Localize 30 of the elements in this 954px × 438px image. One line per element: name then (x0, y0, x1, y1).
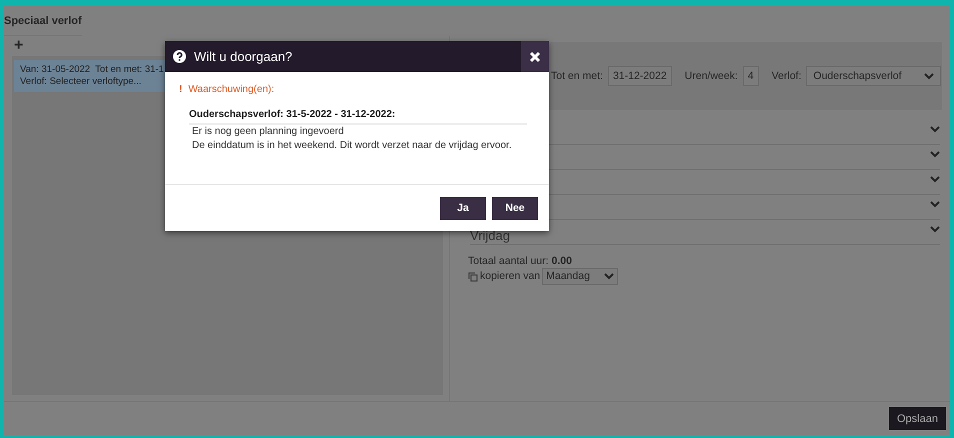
yes-button[interactable]: Ja (440, 196, 486, 220)
field-label: Tot en met: (551, 70, 603, 82)
no-button[interactable]: Nee (492, 196, 538, 220)
help-icon (173, 50, 186, 63)
chevron-down-icon[interactable] (930, 151, 940, 158)
day-label: Vrijdag (470, 228, 510, 244)
field-label: Uren/week: (684, 70, 738, 82)
copy-icon[interactable] (468, 272, 478, 282)
leave-type-select[interactable]: Ouderschapsverlof (806, 66, 941, 86)
page-title: Speciaal verlof (4, 6, 82, 36)
input-field[interactable]: 31-12-2022 (608, 66, 672, 86)
save-button[interactable]: Opslaan (889, 407, 946, 430)
warning-message: Er is nog geen planning ingevoerd (192, 125, 345, 139)
close-button[interactable] (521, 41, 549, 72)
field-label: Verlof: (772, 70, 802, 82)
warning-heading: Ouderschapsverlof: 31-5-2022 - 31-12-2022: (189, 109, 527, 125)
copy-label: kopieren van (480, 270, 540, 283)
warning-message: De einddatum is in het weekend. Dit wordt verzet naar de vrijdag ervoor. (192, 139, 513, 153)
chevron-down-icon[interactable] (930, 176, 940, 183)
input-field[interactable]: 4 (742, 66, 759, 86)
chevron-down-icon[interactable] (924, 72, 934, 80)
chevron-down-icon[interactable] (930, 201, 940, 208)
day-select[interactable]: Maandag (542, 268, 618, 285)
chevron-down-icon[interactable] (930, 226, 940, 233)
close-icon[interactable] (529, 50, 541, 62)
chevron-down-icon[interactable] (930, 126, 940, 133)
total-hours: Totaal aantal uur: 0.00 (468, 255, 572, 268)
add-button[interactable]: + (14, 36, 24, 56)
chevron-down-icon[interactable] (604, 273, 614, 280)
warning-icon: ! (179, 84, 182, 95)
